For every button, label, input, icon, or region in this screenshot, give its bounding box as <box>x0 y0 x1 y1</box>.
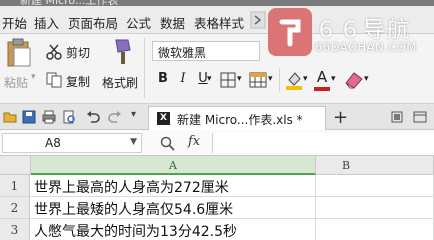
format-painter-button[interactable]: 格式刷 <box>102 74 138 91</box>
save-icon[interactable] <box>22 110 36 124</box>
spreadsheet-grid: A B 1 世界上最高的人身高为272厘米 2 世界上最矮的人身高仅54.6厘米… <box>0 156 434 240</box>
italic-button[interactable]: I <box>176 71 190 89</box>
redo-icon[interactable] <box>108 110 122 124</box>
copy-button[interactable]: 复制 <box>66 73 90 90</box>
tab-document[interactable]: X 新建 Micro...作表.xls * <box>148 106 326 130</box>
name-box-value: A8 <box>45 136 61 150</box>
paste-dropdown-icon[interactable]: ▾ <box>31 72 36 82</box>
formula-input[interactable] <box>212 133 434 153</box>
paste-icon[interactable] <box>6 38 32 68</box>
font-color-swatch <box>314 87 330 91</box>
name-box[interactable]: A8 ▼ <box>2 133 142 153</box>
quick-access-dropdown-icon[interactable]: ▾ <box>131 109 136 120</box>
menu-table-style[interactable]: 表格样式 <box>194 13 244 32</box>
paste-button[interactable]: 粘贴 <box>4 74 28 91</box>
cell-a1[interactable]: 世界上最高的人身高为272厘米 <box>30 175 316 197</box>
print-preview-icon[interactable] <box>62 110 76 124</box>
format-painter-icon[interactable] <box>112 38 134 66</box>
menu-formulas[interactable]: 公式 <box>126 13 151 32</box>
excel-file-icon: X <box>157 112 170 125</box>
cell-a2[interactable]: 世界上最矮的人身高仅54.6厘米 <box>30 197 316 219</box>
underline-dropdown-icon[interactable]: ▾ <box>207 74 212 92</box>
window-restore-icon[interactable] <box>390 110 404 124</box>
menu-insert[interactable]: 插入 <box>34 13 59 32</box>
cell-a3[interactable]: 人憋气最大的时间为13分42.5秒 <box>30 219 316 240</box>
copy-icon[interactable] <box>46 72 62 88</box>
borders-icon[interactable] <box>220 72 236 88</box>
document-tab-bar: ▾ X 新建 Micro...作表.xls * + <box>0 104 434 130</box>
column-header-b[interactable]: B <box>316 156 434 175</box>
menu-data[interactable]: 数据 <box>160 13 185 32</box>
row-header[interactable]: 3 <box>0 219 30 240</box>
cell-style-icon[interactable] <box>249 72 267 88</box>
borders-dropdown-icon[interactable]: ▾ <box>237 74 242 92</box>
bold-button[interactable]: B <box>156 71 170 89</box>
tab-document-title: 新建 Micro...作表.xls * <box>177 113 303 127</box>
font-color-dropdown-icon[interactable]: ▾ <box>331 74 336 92</box>
row-header[interactable]: 1 <box>0 175 30 197</box>
font-name-select[interactable]: 微软雅黑 <box>152 41 260 61</box>
ribbon-divider <box>279 68 280 92</box>
more-menu-icon[interactable] <box>250 11 266 29</box>
zoom-formula-icon[interactable] <box>160 136 176 152</box>
formula-bar: A8 ▼ fx <box>0 130 434 156</box>
window-layout-icon[interactable] <box>413 110 427 124</box>
menu-home[interactable]: 开始 <box>2 13 27 32</box>
cell-b1[interactable] <box>316 175 434 197</box>
new-tab-button[interactable]: + <box>333 107 348 128</box>
fill-color-icon[interactable] <box>285 70 303 90</box>
undo-icon[interactable] <box>86 110 100 124</box>
insert-function-button[interactable]: fx <box>188 134 200 149</box>
fill-color-dropdown-icon[interactable]: ▾ <box>303 74 308 92</box>
cut-button[interactable]: 剪切 <box>66 44 90 61</box>
folder-icon[interactable] <box>3 110 17 124</box>
scissors-icon[interactable] <box>46 44 62 60</box>
clear-format-icon[interactable] <box>344 71 364 89</box>
column-header-a[interactable]: A <box>31 156 316 175</box>
cell-style-dropdown-icon[interactable]: ▾ <box>268 74 273 92</box>
name-box-dropdown-icon[interactable]: ▼ <box>130 137 137 147</box>
menu-page-layout[interactable]: 页面布局 <box>68 13 118 32</box>
font-name-value: 微软雅黑 <box>158 46 207 60</box>
select-all-corner[interactable] <box>0 156 31 175</box>
font-color-button[interactable]: A <box>315 68 329 86</box>
print-icon[interactable] <box>42 110 56 124</box>
row-header[interactable]: 2 <box>0 197 30 219</box>
cell-b2[interactable] <box>316 197 434 219</box>
cell-b3[interactable] <box>316 219 434 240</box>
watermark-logo <box>268 8 312 56</box>
watermark-url: 66DAOHAN.COM <box>315 40 417 54</box>
clear-format-dropdown-icon[interactable]: ▾ <box>364 74 369 92</box>
ribbon-divider <box>144 38 145 98</box>
